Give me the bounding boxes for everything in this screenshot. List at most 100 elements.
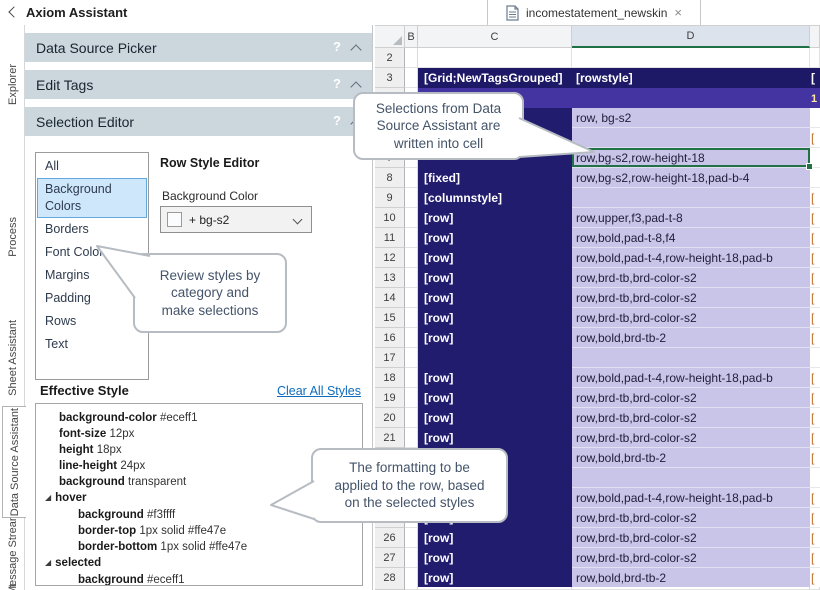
- row-number[interactable]: 14: [375, 288, 405, 308]
- cell-C26[interactable]: [row]: [418, 528, 572, 548]
- cell-C10[interactable]: [row]: [418, 208, 572, 228]
- category-item-rows[interactable]: Rows: [37, 310, 147, 333]
- row-number[interactable]: 16: [375, 328, 405, 348]
- rail-tab-explorer[interactable]: Explorer: [0, 55, 25, 113]
- category-item-background-colors[interactable]: Background Colors: [37, 178, 147, 218]
- cell-D18[interactable]: row,bold,pad-t-4,row-height-18,pad-b: [572, 368, 810, 388]
- help-icon[interactable]: ?: [333, 39, 341, 54]
- cell-B11[interactable]: [405, 228, 418, 248]
- cell-B13[interactable]: [405, 268, 418, 288]
- cell-C19[interactable]: [row]: [418, 388, 572, 408]
- category-item-text[interactable]: Text: [37, 333, 147, 356]
- cell-C20[interactable]: [row]: [418, 408, 572, 428]
- cell-D24[interactable]: row,bold,pad-t-4,row-height-18,pad-b: [572, 488, 810, 508]
- cell-B20[interactable]: [405, 408, 418, 428]
- cell-D11[interactable]: row,bold,pad-t-8,f4: [572, 228, 810, 248]
- cell-E21[interactable]: [: [810, 428, 820, 448]
- cell-D2[interactable]: [572, 48, 810, 68]
- column-header-partial[interactable]: [810, 26, 820, 48]
- cell-D5[interactable]: row, bg-s2: [572, 108, 810, 128]
- cell-D14[interactable]: row,brd-tb,brd-color-s2: [572, 288, 810, 308]
- cell-E11[interactable]: [: [810, 228, 820, 248]
- cell-C8[interactable]: [fixed]: [418, 168, 572, 188]
- cell-B14[interactable]: [405, 288, 418, 308]
- row-number[interactable]: 19: [375, 388, 405, 408]
- cell-C2[interactable]: [418, 48, 572, 68]
- cell-C15[interactable]: [row]: [418, 308, 572, 328]
- cell-C9[interactable]: [columnstyle]: [418, 188, 572, 208]
- row-number[interactable]: 28: [375, 568, 405, 588]
- cell-B16[interactable]: [405, 328, 418, 348]
- panel-header-selection-editor[interactable]: Selection Editor ?: [25, 107, 372, 136]
- cell-B17[interactable]: [405, 348, 418, 368]
- row-number[interactable]: 15: [375, 308, 405, 328]
- cell-E12[interactable]: [: [810, 248, 820, 268]
- document-tab[interactable]: incomestatement_newskin ×: [487, 0, 701, 25]
- cell-C16[interactable]: [row]: [418, 328, 572, 348]
- fill-handle[interactable]: [806, 163, 813, 170]
- cell-E28[interactable]: [: [810, 568, 820, 588]
- cell-B3[interactable]: [405, 68, 418, 88]
- row-number[interactable]: 12: [375, 248, 405, 268]
- cell-C17[interactable]: [418, 348, 572, 368]
- cell-E6[interactable]: [: [810, 128, 820, 148]
- cell-E4[interactable]: 1: [810, 88, 820, 108]
- cell-E17[interactable]: [810, 348, 820, 368]
- rail-tab-partial[interactable]: t: [0, 581, 25, 590]
- tree-expander-icon[interactable]: ◢: [45, 555, 51, 571]
- chevron-up-icon[interactable]: [352, 83, 360, 91]
- cell-D25[interactable]: row,brd-tb,brd-color-s2: [572, 508, 810, 528]
- category-item-borders[interactable]: Borders: [37, 218, 147, 241]
- row-number[interactable]: 9: [375, 188, 405, 208]
- cell-C27[interactable]: [row]: [418, 548, 572, 568]
- cell-E9[interactable]: [: [810, 188, 820, 208]
- cell-D20[interactable]: row,brd-tb,brd-color-s2: [572, 408, 810, 428]
- cell-D17[interactable]: [572, 348, 810, 368]
- cell-E15[interactable]: [: [810, 308, 820, 328]
- cell-B15[interactable]: [405, 308, 418, 328]
- cell-B19[interactable]: [405, 388, 418, 408]
- cell-E2[interactable]: [810, 48, 820, 68]
- cell-C13[interactable]: [row]: [418, 268, 572, 288]
- cell-B27[interactable]: [405, 548, 418, 568]
- cell-B12[interactable]: [405, 248, 418, 268]
- cell-C14[interactable]: [row]: [418, 288, 572, 308]
- row-number[interactable]: 17: [375, 348, 405, 368]
- cell-E13[interactable]: [: [810, 268, 820, 288]
- cell-D8[interactable]: row,bg-s2,row-height-18,pad-b-4: [572, 168, 810, 188]
- help-icon[interactable]: ?: [333, 113, 341, 128]
- cell-B21[interactable]: [405, 428, 418, 448]
- row-number[interactable]: 11: [375, 228, 405, 248]
- cell-B2[interactable]: [405, 48, 418, 68]
- category-item-margins[interactable]: Margins: [37, 264, 147, 287]
- cell-D26[interactable]: row,brd-tb,brd-color-s2: [572, 528, 810, 548]
- cell-B26[interactable]: [405, 528, 418, 548]
- column-header-d[interactable]: D: [572, 26, 810, 48]
- cell-C12[interactable]: [row]: [418, 248, 572, 268]
- cell-C3[interactable]: [Grid;NewTagsGrouped]: [418, 68, 572, 88]
- cell-E8[interactable]: [810, 168, 820, 188]
- chevron-up-icon[interactable]: [352, 46, 360, 54]
- cell-D19[interactable]: row,brd-tb,brd-color-s2: [572, 388, 810, 408]
- cell-D10[interactable]: row,upper,f3,pad-t-8: [572, 208, 810, 228]
- cell-C18[interactable]: [row]: [418, 368, 572, 388]
- clear-all-styles-link[interactable]: Clear All Styles: [277, 384, 361, 398]
- help-icon[interactable]: ?: [333, 76, 341, 91]
- panel-header-edit-tags[interactable]: Edit Tags ?: [25, 70, 372, 99]
- tab-close-icon[interactable]: ×: [674, 6, 682, 19]
- row-number[interactable]: 26: [375, 528, 405, 548]
- row-number[interactable]: 10: [375, 208, 405, 228]
- cell-D4[interactable]: [572, 88, 810, 108]
- rail-tab-sheet-assistant[interactable]: Sheet Assistant: [0, 318, 25, 398]
- row-number[interactable]: 21: [375, 428, 405, 448]
- cell-E22[interactable]: [: [810, 448, 820, 468]
- cell-E10[interactable]: [: [810, 208, 820, 228]
- row-number[interactable]: 20: [375, 408, 405, 428]
- row-number[interactable]: 2: [375, 48, 405, 68]
- active-cell-D7[interactable]: row,bg-s2,row-height-18: [572, 148, 810, 168]
- cell-D12[interactable]: row,bold,pad-t-4,row-height-18,pad-b: [572, 248, 810, 268]
- category-item-font-colors[interactable]: Font Colors: [37, 241, 147, 264]
- rail-tab-process[interactable]: Process: [0, 212, 25, 262]
- cell-D22[interactable]: row,bold,brd-tb-2: [572, 448, 810, 468]
- cell-E26[interactable]: [: [810, 528, 820, 548]
